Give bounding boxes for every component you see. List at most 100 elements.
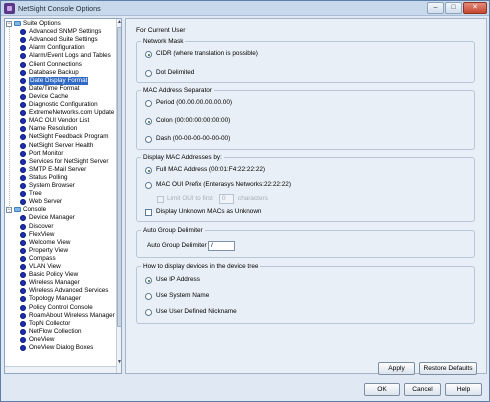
tree-item[interactable]: Alarm Configuration — [5, 44, 115, 52]
use-sysname-radio[interactable] — [145, 293, 152, 300]
help-button[interactable]: Help — [445, 383, 482, 396]
tree-item[interactable]: Wireless Manager — [5, 279, 115, 287]
option-node-icon — [20, 296, 26, 303]
tree-item[interactable]: Compass — [5, 255, 115, 263]
option-node-icon — [20, 174, 26, 181]
option-node-icon — [20, 199, 26, 206]
tree-item[interactable]: MAC OUI Vendor List — [5, 117, 115, 125]
tree-scroll-thumb[interactable] — [117, 27, 121, 327]
tree-item[interactable]: OneView Dialog Boxes — [5, 344, 115, 352]
tree-item-label: Date/Time Format — [29, 84, 80, 92]
auto-group-label: Auto Group Delimiter — [147, 242, 207, 249]
oui-prefix-radio[interactable] — [145, 182, 152, 189]
tree-item-label: ExtremeNetworks.com Update — [29, 109, 115, 117]
tree-item[interactable]: Wireless Advanced Services — [5, 287, 115, 295]
minimize-button[interactable]: – — [427, 2, 444, 14]
tree-item[interactable]: RoamAbout Wireless Manager — [5, 312, 115, 320]
tree-item[interactable]: Topology Manager — [5, 295, 115, 303]
network-mask-title: Network Mask — [141, 38, 186, 45]
period-label: Period (00.00.00.00.00.00) — [156, 99, 233, 106]
dot-delimited-radio[interactable] — [145, 70, 152, 77]
scroll-down-arrow-icon[interactable]: ▼ — [117, 359, 121, 365]
tree-item[interactable]: Device Manager — [5, 214, 115, 222]
tree-item[interactable]: System Browser — [5, 182, 115, 190]
tree-item[interactable]: Database Backup — [5, 69, 115, 77]
auto-group-title: Auto Group Delimiter — [141, 227, 205, 234]
tree-item[interactable]: FlexView — [5, 231, 115, 239]
restore-defaults-button[interactable]: Restore Defaults — [419, 362, 477, 375]
device-tree-display-group: How to display devices in the device tre… — [136, 263, 475, 324]
tree-folder-console[interactable]: −Console — [5, 206, 115, 214]
tree-item[interactable]: Policy Control Console — [5, 304, 115, 312]
auto-group-group: Auto Group Delimiter Auto Group Delimite… — [136, 227, 475, 258]
tree-item[interactable]: Diagnostic Configuration — [5, 101, 115, 109]
tree-item-label: RoamAbout Wireless Manager — [29, 311, 115, 319]
tree-item[interactable]: Web Server — [5, 198, 115, 206]
use-nickname-radio[interactable] — [145, 309, 152, 316]
tree-item[interactable]: Date/Time Format — [5, 85, 115, 93]
tree-item-label: Topology Manager — [29, 295, 81, 303]
option-node-icon — [20, 247, 26, 254]
tree-item[interactable]: Advanced Suite Settings — [5, 36, 115, 44]
tree-item[interactable]: OneView — [5, 336, 115, 344]
tree-item-label: Policy Control Console — [29, 303, 93, 311]
tree-item[interactable]: Basic Policy View — [5, 271, 115, 279]
tree-item[interactable]: Port Monitor — [5, 150, 115, 158]
tree-item[interactable]: Device Cache — [5, 93, 115, 101]
use-ip-radio[interactable] — [145, 277, 152, 284]
cidr-radio[interactable] — [145, 51, 152, 58]
dash-radio[interactable] — [145, 136, 152, 143]
maximize-button[interactable]: □ — [445, 2, 462, 14]
ok-button[interactable]: OK — [364, 383, 400, 396]
full-mac-label: Full MAC Address (00:01:F4:22:22:22) — [156, 166, 266, 173]
tree-item-label: FlexView — [29, 230, 55, 238]
tree-item[interactable]: Name Resolution — [5, 125, 115, 133]
option-node-icon — [20, 264, 26, 270]
tree-vertical-scrollbar[interactable]: ▲ ▼ — [116, 19, 121, 373]
full-mac-radio[interactable] — [145, 167, 152, 174]
option-node-icon — [20, 272, 26, 279]
limit-oui-checkbox[interactable] — [157, 196, 164, 203]
tree-item[interactable]: NetFlow Collection — [5, 328, 115, 336]
tree-item[interactable]: Client Connections — [5, 61, 115, 69]
unknown-macs-checkbox[interactable] — [145, 209, 152, 216]
tree-item-label: OneView — [29, 335, 55, 343]
apply-button[interactable]: Apply — [378, 362, 415, 375]
tree-item[interactable]: SMTP E-Mail Server — [5, 166, 115, 174]
tree-item[interactable]: Status Polling — [5, 174, 115, 182]
close-window-button[interactable]: ✕ — [463, 2, 487, 14]
tree-item[interactable]: Services for NetSight Server — [5, 158, 115, 166]
tree-horizontal-scrollbar[interactable] — [5, 366, 116, 373]
option-node-icon — [20, 61, 26, 68]
tree-item[interactable]: ExtremeNetworks.com Update — [5, 109, 115, 117]
tree-item-label: Alarm Configuration — [29, 44, 85, 52]
tree-item[interactable]: Tree — [5, 190, 115, 198]
tree-item-label: MAC OUI Vendor List — [29, 117, 90, 125]
period-radio[interactable] — [145, 100, 152, 107]
tree-item-label: TopN Collector — [29, 319, 71, 327]
mac-separator-title: MAC Address Separator — [141, 87, 214, 94]
tree-item-label: Port Monitor — [29, 149, 64, 157]
tree-connector-line — [9, 27, 10, 213]
tree-item[interactable]: Advanced SNMP Settings — [5, 28, 115, 36]
tree-item[interactable]: Welcome View — [5, 239, 115, 247]
option-node-icon — [20, 183, 26, 189]
tree-item[interactable]: Property View — [5, 247, 115, 255]
tree-item[interactable]: Date Display Format — [5, 76, 115, 85]
limit-oui-input[interactable]: 0 — [219, 194, 234, 204]
option-node-icon — [20, 158, 26, 165]
scroll-up-arrow-icon[interactable]: ▲ — [117, 19, 121, 25]
tree-item-label: Web Server — [29, 198, 63, 206]
colon-radio[interactable] — [145, 118, 152, 125]
tree-item[interactable]: Discover — [5, 223, 115, 231]
tree-item-label: Name Resolution — [29, 125, 78, 133]
cancel-button[interactable]: Cancel — [404, 383, 441, 396]
tree-folder-suite-options[interactable]: − Suite Options — [5, 20, 115, 28]
tree-item[interactable]: NetSight Server Health — [5, 142, 115, 150]
tree-item[interactable]: NetSight Feedback Program — [5, 133, 115, 141]
auto-group-input[interactable]: / — [208, 241, 235, 251]
tree-item[interactable]: TopN Collector — [5, 320, 115, 328]
tree-item[interactable]: VLAN View — [5, 263, 115, 271]
tree-item[interactable]: Alarm/Event Logs and Tables — [5, 52, 115, 60]
option-node-icon — [20, 93, 26, 100]
